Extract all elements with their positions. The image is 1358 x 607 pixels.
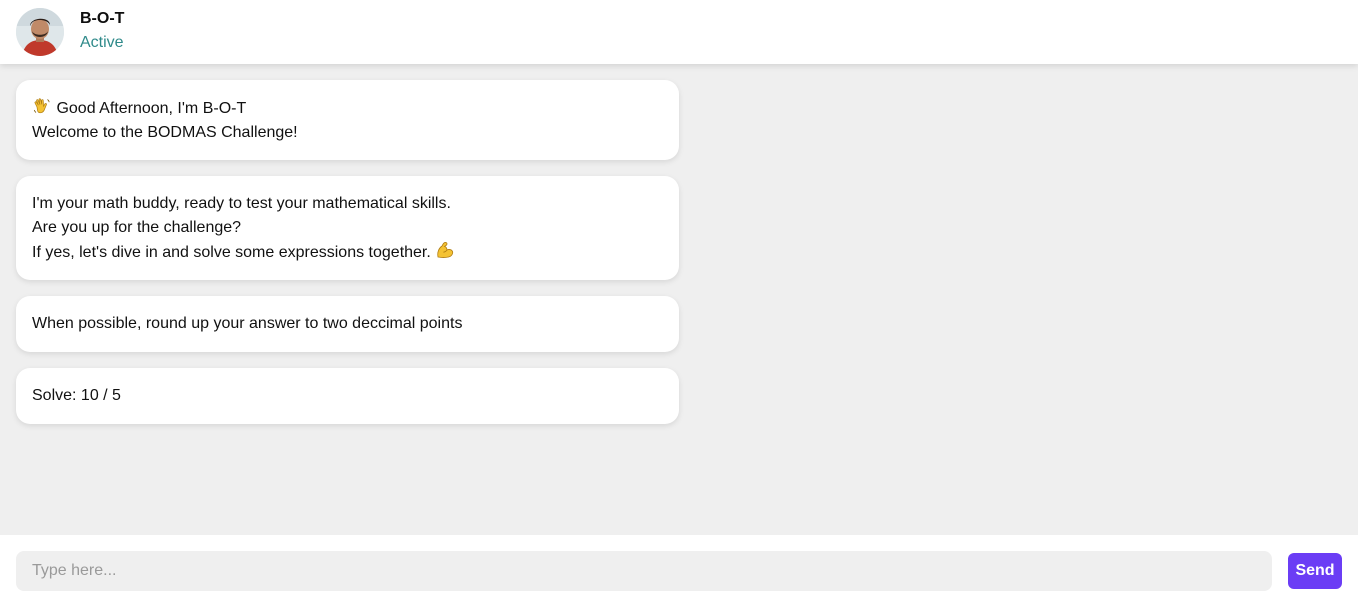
chat-header: B-O-T Active <box>0 0 1358 64</box>
message-text: Solve: 10 / 5 <box>32 387 121 404</box>
user-avatar-icon[interactable] <box>16 8 64 56</box>
bot-message: When possible, round up your answer to t… <box>16 296 679 352</box>
bot-message: Good Afternoon, I'm B-O-T Welcome to the… <box>16 80 679 160</box>
message-text: When possible, round up your answer to t… <box>32 315 463 332</box>
send-button[interactable]: Send <box>1288 553 1342 589</box>
message-text: Welcome to the BODMAS Challenge! <box>32 123 298 141</box>
message-text: I'm your math buddy, ready to test your … <box>32 194 451 212</box>
bot-status: Active <box>80 34 124 51</box>
waving-hand-icon <box>32 96 52 116</box>
bot-name: B-O-T <box>80 10 125 27</box>
flexed-biceps-icon <box>435 240 455 260</box>
message-line: If yes, let's dive in and solve some exp… <box>32 240 663 265</box>
message-composer: Send <box>0 535 1358 607</box>
message-text: Good Afternoon, I'm B-O-T <box>56 99 247 117</box>
message-line: Good Afternoon, I'm B-O-T <box>32 96 663 121</box>
bot-message: Solve: 10 / 5 <box>16 368 679 424</box>
message-text: Are you up for the challenge? <box>32 218 242 236</box>
chat-messages: Good Afternoon, I'm B-O-T Welcome to the… <box>0 64 1358 535</box>
message-text: If yes, let's dive in and solve some exp… <box>32 243 431 261</box>
bot-message: I'm your math buddy, ready to test your … <box>16 176 679 280</box>
message-input[interactable] <box>16 551 1272 591</box>
